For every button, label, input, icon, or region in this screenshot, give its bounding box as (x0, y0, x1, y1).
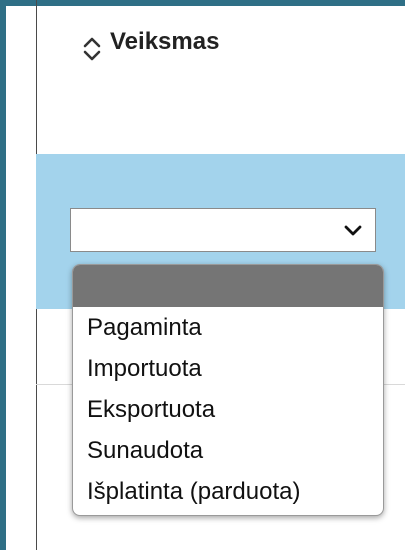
dropdown-option-eksportuota[interactable]: Eksportuota (73, 389, 383, 430)
chevron-down-icon (344, 225, 362, 236)
dropdown-option-isplatinta[interactable]: Išplatinta (parduota) (73, 471, 383, 512)
frame-left-border (0, 0, 6, 550)
dropdown-option-empty[interactable] (73, 265, 383, 307)
sort-up-down-icon[interactable] (82, 36, 102, 62)
action-filter-select[interactable] (70, 208, 376, 252)
dropdown-option-importuota[interactable]: Importuota (73, 348, 383, 389)
dropdown-option-sunaudota[interactable]: Sunaudota (73, 430, 383, 471)
column-title[interactable]: Veiksmas (110, 28, 219, 56)
table-frame: Veiksmas Pagaminta Importuota Eksportuot… (0, 0, 405, 550)
column-header-cell[interactable] (36, 6, 405, 154)
dropdown-list: Pagaminta Importuota Eksportuota Sunaudo… (72, 264, 384, 516)
dropdown-option-pagaminta[interactable]: Pagaminta (73, 307, 383, 348)
